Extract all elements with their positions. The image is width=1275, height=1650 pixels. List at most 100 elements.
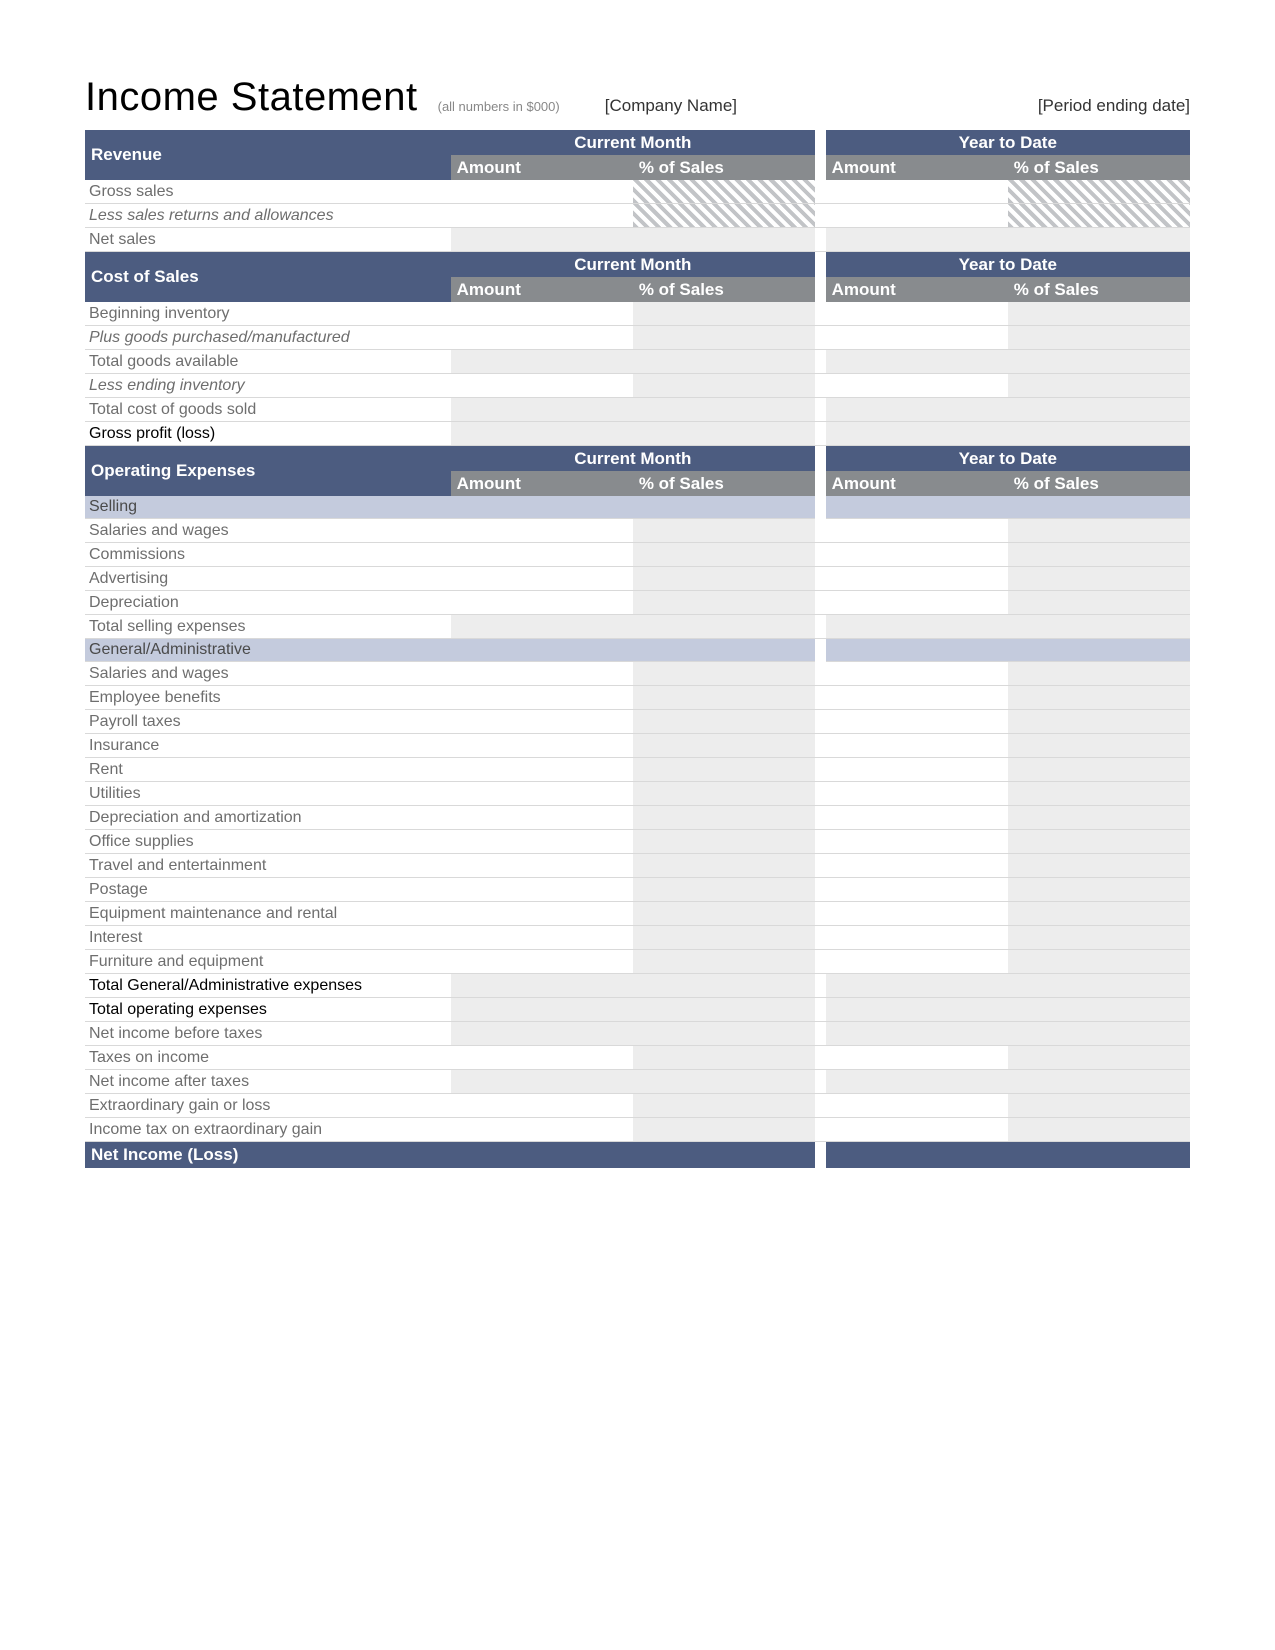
cell-pct-ytd[interactable] [1008, 567, 1190, 591]
cell-pct-current[interactable] [633, 180, 815, 204]
cell-pct-ytd[interactable] [1008, 926, 1190, 950]
cell-pct-ytd[interactable] [1008, 615, 1190, 639]
cell-amount-current[interactable] [451, 662, 633, 686]
cell-amount-ytd[interactable] [826, 854, 1008, 878]
cell-amount-ytd[interactable] [826, 519, 1008, 543]
cell-pct-ytd[interactable] [1008, 398, 1190, 422]
cell-pct-current[interactable] [633, 374, 815, 398]
cell-amount-current[interactable] [451, 1046, 633, 1070]
cell-pct-current[interactable] [633, 302, 815, 326]
cell-pct-current[interactable] [633, 806, 815, 830]
cell-pct-ytd[interactable] [1008, 1022, 1190, 1046]
cell-pct-ytd[interactable] [1008, 374, 1190, 398]
cell-pct-current[interactable] [633, 662, 815, 686]
cell-amount-current[interactable] [451, 806, 633, 830]
cell-amount-current[interactable] [451, 326, 633, 350]
cell-amount-current[interactable] [451, 758, 633, 782]
cell-pct-current[interactable] [633, 519, 815, 543]
cell-amount-ytd[interactable] [826, 228, 1008, 252]
cell-pct-ytd[interactable] [1008, 758, 1190, 782]
cell-pct-current[interactable] [633, 228, 815, 252]
cell-amount-current[interactable] [451, 567, 633, 591]
cell-pct-current[interactable] [633, 686, 815, 710]
cell-amount-current[interactable] [451, 974, 633, 998]
cell-amount-current[interactable] [451, 1022, 633, 1046]
cell-pct-ytd[interactable] [1008, 543, 1190, 567]
cell-pct-ytd[interactable] [1008, 326, 1190, 350]
cell-pct-ytd[interactable] [1008, 1070, 1190, 1094]
cell-pct-current[interactable] [633, 204, 815, 228]
cell-pct-ytd[interactable] [1008, 591, 1190, 615]
cell-amount-current[interactable] [451, 350, 633, 374]
cell-amount-current[interactable] [451, 615, 633, 639]
cell-pct-ytd[interactable] [1008, 878, 1190, 902]
cell-amount-current[interactable] [451, 519, 633, 543]
cell-amount-ytd[interactable] [826, 374, 1008, 398]
cell-pct-current[interactable] [633, 1070, 815, 1094]
cell-pct-ytd[interactable] [1008, 228, 1190, 252]
cell-amount-ytd[interactable] [826, 926, 1008, 950]
cell-pct-ytd[interactable] [1008, 350, 1190, 374]
cell-amount-ytd[interactable] [826, 204, 1008, 228]
cell-pct-current[interactable] [633, 710, 815, 734]
cell-amount-current[interactable] [451, 228, 633, 252]
cell-amount-ytd[interactable] [826, 567, 1008, 591]
cell-pct-ytd[interactable] [1008, 519, 1190, 543]
cell-amount-current[interactable] [451, 830, 633, 854]
cell-amount-current[interactable] [451, 998, 633, 1022]
cell-pct-current[interactable] [633, 950, 815, 974]
cell-amount-ytd[interactable] [826, 734, 1008, 758]
cell-amount-ytd[interactable] [826, 710, 1008, 734]
cell-amount-current[interactable] [451, 734, 633, 758]
cell-pct-current[interactable] [633, 902, 815, 926]
cell-amount-current[interactable] [451, 950, 633, 974]
cell-pct-current[interactable] [633, 878, 815, 902]
cell-pct-ytd[interactable] [1008, 734, 1190, 758]
cell-pct-ytd[interactable] [1008, 830, 1190, 854]
cell-pct-ytd[interactable] [1008, 1142, 1190, 1168]
company-name-placeholder[interactable]: [Company Name] [605, 96, 737, 120]
cell-pct-current[interactable] [633, 543, 815, 567]
cell-pct-current[interactable] [633, 1022, 815, 1046]
cell-amount-current[interactable] [451, 1094, 633, 1118]
cell-pct-current[interactable] [633, 1046, 815, 1070]
cell-amount-ytd[interactable] [826, 686, 1008, 710]
cell-amount-ytd[interactable] [826, 1118, 1008, 1142]
cell-amount-ytd[interactable] [826, 878, 1008, 902]
cell-pct-current[interactable] [633, 758, 815, 782]
cell-pct-current[interactable] [633, 830, 815, 854]
cell-pct-ytd[interactable] [1008, 1094, 1190, 1118]
cell-pct-ytd[interactable] [1008, 998, 1190, 1022]
cell-amount-current[interactable] [451, 1118, 633, 1142]
cell-pct-current[interactable] [633, 615, 815, 639]
cell-amount-ytd[interactable] [826, 950, 1008, 974]
cell-amount-ytd[interactable] [826, 350, 1008, 374]
cell-amount-current[interactable] [451, 1070, 633, 1094]
cell-pct-ytd[interactable] [1008, 974, 1190, 998]
cell-amount-ytd[interactable] [826, 662, 1008, 686]
cell-amount-ytd[interactable] [826, 1022, 1008, 1046]
cell-pct-current[interactable] [633, 1142, 815, 1168]
cell-amount-current[interactable] [451, 902, 633, 926]
cell-amount-current[interactable] [451, 543, 633, 567]
cell-amount-current[interactable] [451, 180, 633, 204]
cell-amount-ytd[interactable] [826, 998, 1008, 1022]
cell-pct-current[interactable] [633, 974, 815, 998]
cell-amount-current[interactable] [451, 1142, 633, 1168]
cell-amount-current[interactable] [451, 782, 633, 806]
cell-amount-current[interactable] [451, 398, 633, 422]
cell-amount-ytd[interactable] [826, 782, 1008, 806]
cell-amount-current[interactable] [451, 591, 633, 615]
cell-amount-ytd[interactable] [826, 422, 1008, 446]
cell-amount-ytd[interactable] [826, 326, 1008, 350]
cell-amount-ytd[interactable] [826, 398, 1008, 422]
cell-amount-current[interactable] [451, 374, 633, 398]
cell-amount-ytd[interactable] [826, 1070, 1008, 1094]
cell-pct-current[interactable] [633, 591, 815, 615]
cell-pct-ytd[interactable] [1008, 806, 1190, 830]
cell-pct-ytd[interactable] [1008, 950, 1190, 974]
cell-amount-ytd[interactable] [826, 830, 1008, 854]
cell-amount-ytd[interactable] [826, 806, 1008, 830]
cell-amount-current[interactable] [451, 686, 633, 710]
cell-pct-current[interactable] [633, 1118, 815, 1142]
